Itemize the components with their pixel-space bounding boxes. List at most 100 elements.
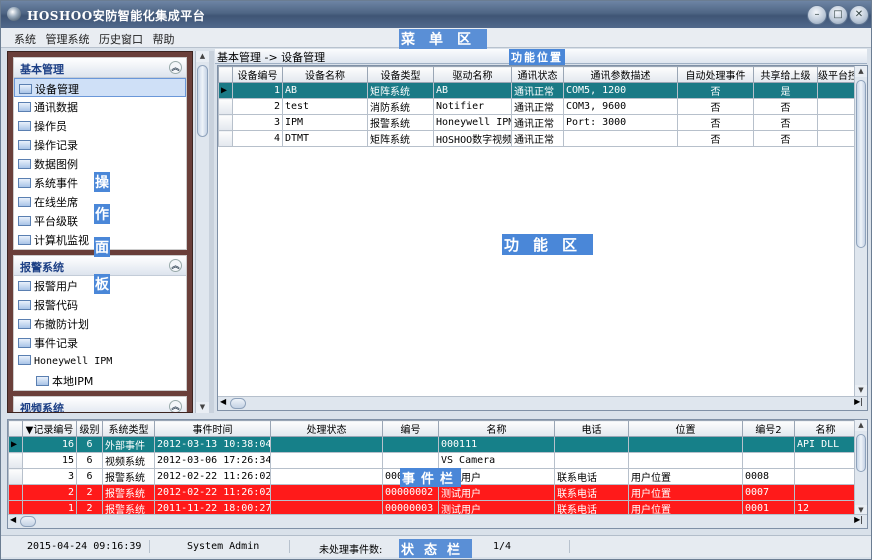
panel-zone-char-4: 板 (94, 274, 110, 294)
nav-label: 设备管理 (35, 83, 79, 96)
cell (794, 468, 857, 485)
col-header[interactable]: 处理状态 (270, 420, 383, 437)
function-vscrollbar[interactable]: ▲ ▼ (854, 66, 867, 396)
scroll-down-icon[interactable]: ▼ (855, 385, 867, 396)
nav-arm-disarm-plan[interactable]: 布撤防计划 (14, 314, 186, 333)
nav-alarm-codes[interactable]: 报警代码 (14, 295, 186, 314)
scroll-thumb[interactable] (230, 398, 246, 409)
cell: 15 (22, 452, 77, 469)
panel-zone-char-2: 作 (94, 204, 110, 224)
col-header[interactable]: 设备编号 (232, 66, 283, 83)
row-indicator-header (8, 420, 23, 437)
col-header[interactable]: 名称 (438, 420, 555, 437)
col-header[interactable]: 通讯状态 (511, 66, 564, 83)
nav-label: 本地IPM (52, 375, 94, 388)
scroll-up-icon[interactable]: ▲ (855, 66, 867, 77)
scroll-thumb[interactable] (856, 80, 866, 248)
collapse-up-icon[interactable]: ︽ (169, 259, 182, 272)
cell: 用户位置 (628, 468, 743, 485)
collapse-up-icon[interactable]: ︽ (169, 61, 182, 74)
col-header[interactable]: ▼记录编号 (22, 420, 77, 437)
group-header-alarm[interactable]: 报警系统 ︽ (14, 256, 186, 276)
scroll-up-icon[interactable]: ▲ (196, 51, 209, 62)
nav-device-management[interactable]: 设备管理 (14, 78, 186, 97)
scroll-up-icon[interactable]: ▲ (855, 420, 867, 431)
scroll-right-icon[interactable]: ▶| (854, 397, 863, 406)
cell: AB (282, 82, 368, 99)
col-header[interactable]: 位置 (628, 420, 743, 437)
col-header[interactable]: 编号2 (742, 420, 795, 437)
function-area: 设备编号 设备名称 设备类型 驱动名称 通讯状态 通讯参数描述 自动处理事件 共… (217, 65, 868, 411)
window-icon (19, 84, 32, 94)
col-header[interactable]: 设备类型 (367, 66, 434, 83)
minimize-button[interactable]: – (807, 5, 827, 25)
col-header[interactable]: 通讯参数描述 (563, 66, 678, 83)
cell: IPM (282, 114, 368, 131)
col-header[interactable]: 自动处理事件 (677, 66, 754, 83)
close-button[interactable]: ✕ (849, 5, 869, 25)
col-header[interactable]: 级平台控 (817, 66, 855, 83)
status-bar: 2015-04-24 09:16:39 System Admin 未处理事件数:… (1, 535, 871, 558)
scroll-left-icon[interactable]: ◀ (10, 515, 16, 524)
table-row[interactable]: 2 test 消防系统 Notifier 通讯正常 COM3, 9600 否 否 (218, 98, 855, 115)
cell (628, 436, 743, 453)
menu-manage-system[interactable]: 管理系统 (43, 28, 93, 50)
cell: 否 (753, 114, 818, 131)
cell (628, 452, 743, 469)
group-header-video[interactable]: 视频系统 ︽ (14, 397, 186, 412)
nav-label: 操作记录 (34, 139, 78, 152)
collapse-up-icon[interactable]: ︽ (169, 400, 182, 412)
table-row[interactable]: 3 IPM 报警系统 Honeywell IPM 通讯正常 Port: 3000… (218, 114, 855, 131)
panel-splitter[interactable] (209, 51, 214, 413)
menu-zone-label: 菜单区 (399, 29, 487, 49)
scroll-down-icon[interactable]: ▼ (196, 402, 209, 413)
col-header[interactable]: 名称 (794, 420, 857, 437)
nav-event-records[interactable]: 事件记录 (14, 333, 186, 352)
event-vscrollbar[interactable]: ▲ ▼ (854, 420, 867, 516)
table-row[interactable]: ▶ 1 AB 矩阵系统 AB 通讯正常 COM5, 1200 否 是 (218, 82, 855, 99)
event-row[interactable]: ▶ 16 6 外部事件 2012-03-13 10:38:04 000111 A… (8, 436, 857, 453)
left-panel-scrollbar[interactable]: ▲ ▼ (195, 51, 209, 413)
col-header[interactable]: 系统类型 (102, 420, 155, 437)
col-header[interactable]: 驱动名称 (433, 66, 512, 83)
scroll-left-icon[interactable]: ◀ (220, 397, 226, 406)
nav-operation-log[interactable]: 操作记录 (14, 135, 186, 154)
menu-history-window[interactable]: 历史窗口 (96, 28, 146, 50)
table-row[interactable]: 4 DTMT 矩阵系统 HOSHOO数字视频 通讯正常 否 否 (218, 130, 855, 147)
cell: 0007 (742, 484, 795, 501)
title-bar[interactable]: HOSHOO安防智能化集成平台 – □ ✕ (1, 1, 871, 28)
scroll-right-icon[interactable]: ▶| (854, 515, 863, 524)
cell: Notifier (433, 98, 512, 115)
col-header[interactable]: 事件时间 (154, 420, 271, 437)
col-header[interactable]: 级别 (76, 420, 103, 437)
cell: 通讯正常 (511, 130, 564, 147)
col-header[interactable]: 设备名称 (282, 66, 368, 83)
group-header-basic[interactable]: 基本管理 ︽ (14, 58, 186, 78)
row-pointer-icon: ▶ (8, 436, 23, 453)
cell: 联系电话 (554, 468, 629, 485)
cell: COM5, 1200 (563, 82, 678, 99)
window-icon (18, 235, 31, 245)
scroll-thumb[interactable] (856, 434, 866, 472)
nav-local-ipm[interactable]: 本地IPM (14, 371, 186, 390)
maximize-button[interactable]: □ (828, 5, 848, 25)
scroll-thumb[interactable] (197, 65, 208, 137)
cell (382, 436, 439, 453)
scroll-thumb[interactable] (20, 516, 36, 527)
col-header[interactable]: 编号 (382, 420, 439, 437)
cell: HOSHOO数字视频 (433, 130, 512, 147)
function-hscrollbar[interactable]: ◀ ▶| (218, 396, 867, 410)
menu-system[interactable]: 系统 (11, 28, 39, 50)
nav-data-legend[interactable]: 数据图例 (14, 154, 186, 173)
cell: 报警系统 (367, 114, 434, 131)
event-hscrollbar[interactable]: ◀ ▶| (8, 514, 867, 528)
nav-comm-data[interactable]: 通讯数据 (14, 97, 186, 116)
nav-operator[interactable]: 操作员 (14, 116, 186, 135)
cell: API DLL (794, 436, 857, 453)
cell: 2 (22, 484, 77, 501)
event-row[interactable]: 15 6 视频系统 2012-03-06 17:26:34 VS Camera (8, 452, 857, 469)
col-header[interactable]: 电话 (554, 420, 629, 437)
menu-help[interactable]: 帮助 (150, 28, 178, 50)
nav-honeywell-ipm[interactable]: Honeywell IPM (14, 352, 186, 371)
col-header[interactable]: 共享给上级 (753, 66, 818, 83)
